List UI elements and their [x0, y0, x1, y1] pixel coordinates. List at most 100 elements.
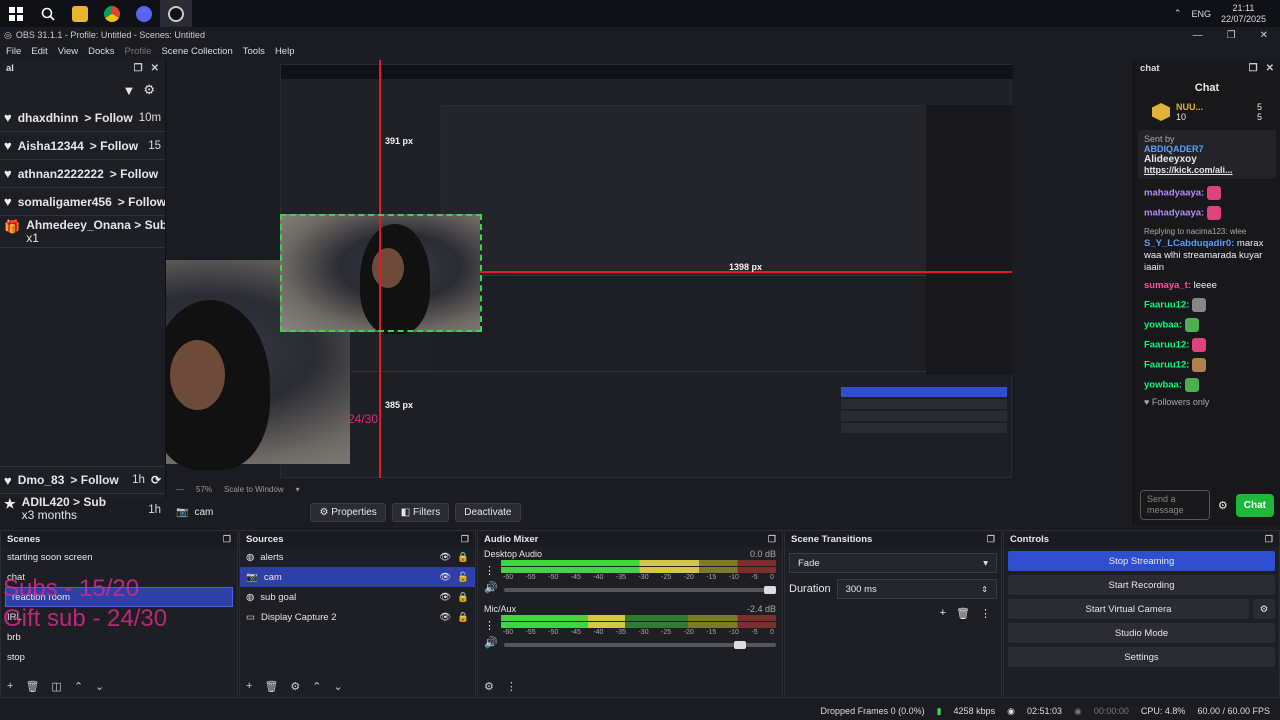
lock-icon[interactable]: 🔓 [457, 572, 475, 583]
feed-item[interactable]: ♥ Dmo_83 > Follow 1h ⟳ [0, 466, 165, 494]
add-icon[interactable]: + [7, 680, 13, 693]
eye-icon[interactable]: 👁 [439, 592, 451, 603]
windows-start-icon[interactable] [0, 0, 32, 27]
chat-input[interactable]: Send a message [1140, 490, 1210, 520]
speaker-icon[interactable]: 🔊 [484, 581, 498, 594]
gear-icon[interactable]: ⚙ [1218, 499, 1228, 512]
zoom-minus-icon[interactable]: — [176, 485, 184, 494]
stop-streaming-button[interactable]: Stop Streaming [1008, 551, 1275, 571]
trash-icon[interactable]: 🗑 [264, 680, 278, 693]
feed-item[interactable]: ♥ dhaxdhinn > Follow 10m [0, 104, 165, 132]
close-dock-icon[interactable]: ✕ [1266, 63, 1274, 74]
float-dock-icon[interactable]: ❐ [768, 534, 776, 545]
chevron-down-icon[interactable]: ▾ [296, 485, 300, 494]
trash-icon[interactable]: 🗑 [956, 607, 970, 620]
menu-view[interactable]: View [58, 46, 78, 57]
speaker-icon[interactable]: 🔊 [484, 636, 498, 649]
move-up-icon[interactable]: ⌃ [74, 680, 83, 693]
feed-item[interactable]: ♥ Aisha12344 > Follow 15 [0, 132, 165, 160]
filter-icon[interactable]: ▼ [122, 83, 135, 98]
add-icon[interactable]: + [940, 607, 946, 620]
kebab-icon[interactable]: ⋮ [484, 619, 495, 632]
chat-send-button[interactable]: Chat [1235, 493, 1274, 517]
feed-item[interactable]: ★ ADIL420 > Sub x3 months 1h [0, 494, 165, 524]
eye-icon[interactable]: 👁 [439, 572, 451, 583]
slider-knob[interactable] [734, 640, 746, 649]
start-recording-button[interactable]: Start Recording [1008, 575, 1275, 595]
start-virtual-camera-button[interactable]: Start Virtual Camera [1008, 599, 1249, 619]
add-icon[interactable]: + [246, 680, 252, 693]
selection-box[interactable] [280, 214, 482, 332]
deactivate-button[interactable]: Deactivate [455, 502, 521, 522]
move-down-icon[interactable]: ⌄ [334, 680, 343, 693]
settings-button[interactable]: Settings [1008, 647, 1275, 667]
volume-slider[interactable] [503, 585, 776, 594]
kebab-icon[interactable]: ⋮ [980, 607, 991, 620]
menu-tools[interactable]: Tools [243, 46, 265, 57]
obs-icon[interactable] [160, 0, 192, 27]
preview-canvas[interactable]: 391 px 1398 px 385 px 24/30 [166, 60, 1132, 480]
feed-item[interactable]: ♥ somaligamer456 > Follow [0, 188, 165, 216]
lock-icon[interactable]: 🔒 [457, 552, 475, 563]
filters-button[interactable]: ◧ Filters [391, 502, 450, 522]
eye-icon[interactable]: 👁 [439, 552, 451, 563]
preview-area[interactable]: 391 px 1398 px 385 px 24/30 — 57% Scale … [166, 60, 1132, 498]
source-item[interactable]: ◍ alerts 👁 🔒 [240, 547, 475, 567]
clock[interactable]: 21:11 22/07/2025 [1221, 3, 1266, 25]
zoom-mode[interactable]: Scale to Window [224, 485, 284, 494]
gear-icon[interactable]: ⚙ [290, 680, 300, 693]
trash-icon[interactable]: 🗑 [25, 680, 39, 693]
float-dock-icon[interactable]: ❐ [461, 534, 469, 545]
menu-edit[interactable]: Edit [31, 46, 47, 57]
slider-knob[interactable] [764, 585, 776, 594]
file-explorer-icon[interactable] [64, 0, 96, 27]
move-down-icon[interactable]: ⌄ [95, 680, 104, 693]
transition-select[interactable]: Fade ▾ [789, 553, 997, 573]
float-dock-icon[interactable]: ❐ [134, 63, 143, 74]
kebab-icon[interactable]: ⋮ [484, 564, 495, 577]
menu-help[interactable]: Help [275, 46, 295, 57]
lock-icon[interactable]: 🔒 [457, 612, 475, 623]
scene-item[interactable]: starting soon screen [1, 547, 237, 567]
menu-file[interactable]: File [6, 46, 21, 57]
close-icon[interactable]: ✕ [1260, 30, 1268, 41]
pinned-message[interactable]: Sent by ABDIQADER7 Alideeyxoy https://ki… [1138, 130, 1276, 179]
eye-icon[interactable]: 👁 [439, 612, 451, 623]
volume-slider[interactable] [503, 640, 776, 649]
gear-icon[interactable]: ⚙ [1253, 599, 1275, 619]
scene-item[interactable]: stop [1, 647, 237, 667]
menu-docks[interactable]: Docks [88, 46, 114, 57]
menu-scene-collection[interactable]: Scene Collection [161, 46, 232, 57]
language-indicator[interactable]: ENG [1191, 9, 1211, 19]
studio-mode-button[interactable]: Studio Mode [1008, 623, 1275, 643]
source-item[interactable]: ▭ Display Capture 2 👁 🔒 [240, 607, 475, 627]
chat-leaderboard[interactable]: NUU... 10 5 5 [1134, 98, 1280, 126]
duration-spinbox[interactable]: 300 ms ⇕ [836, 579, 997, 599]
link-icon[interactable]: ⚙ [484, 680, 494, 693]
gear-icon[interactable]: ⚙ [143, 82, 155, 98]
menu-profile[interactable]: Profile [125, 46, 152, 57]
source-item[interactable]: ◍ sub goal 👁 🔒 [240, 587, 475, 607]
float-dock-icon[interactable]: ❐ [1265, 534, 1273, 545]
feed-item[interactable]: 🎁 Ahmedeey_Onana > Subs x1 [0, 216, 165, 248]
discord-icon[interactable] [128, 0, 160, 27]
minimize-icon[interactable]: — [1193, 30, 1203, 41]
search-icon[interactable] [32, 0, 64, 27]
float-dock-icon[interactable]: ❐ [223, 534, 231, 545]
close-dock-icon[interactable]: ✕ [151, 63, 159, 74]
maximize-icon[interactable]: ❐ [1227, 30, 1236, 41]
lock-icon[interactable]: 🔒 [457, 592, 475, 603]
pinned-link[interactable]: https://kick.com/ali... [1144, 165, 1270, 175]
kebab-icon[interactable]: ⋮ [506, 680, 517, 693]
spin-arrows-icon[interactable]: ⇕ [981, 585, 988, 594]
move-up-icon[interactable]: ⌃ [312, 680, 321, 693]
float-dock-icon[interactable]: ❐ [1249, 63, 1258, 74]
chrome-icon[interactable] [96, 0, 128, 27]
float-dock-icon[interactable]: ❐ [987, 534, 995, 545]
replay-icon[interactable]: ⟳ [151, 473, 161, 487]
source-item-selected[interactable]: 📷 cam 👁 🔓 [240, 567, 475, 587]
feed-item[interactable]: ♥ athnan2222222 > Follow [0, 160, 165, 188]
properties-button[interactable]: ⚙ Properties [310, 502, 386, 522]
chevron-up-icon[interactable]: ⌃ [1174, 8, 1182, 19]
filter-icon[interactable]: ◫ [51, 680, 61, 693]
